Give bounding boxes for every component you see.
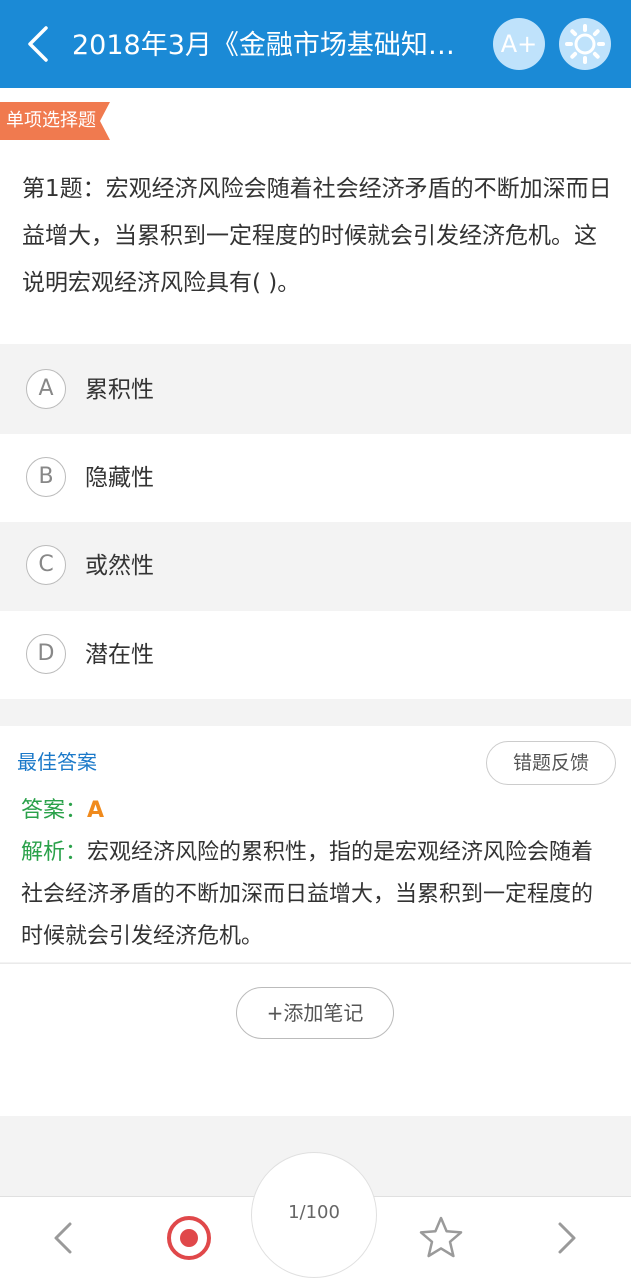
answer-label: 答案： bbox=[21, 798, 88, 823]
option-b[interactable]: B 隐藏性 bbox=[0, 434, 631, 522]
analysis-text: 解析：宏观经济风险的累积性，指的是宏观经济风险会随着社会经济矛盾的不断加深而日益… bbox=[21, 832, 611, 958]
analysis-body: 宏观经济风险的累积性，指的是宏观经济风险会随着社会经济矛盾的不断加深而日益增大，… bbox=[21, 840, 594, 949]
next-arrow-icon[interactable] bbox=[552, 1220, 582, 1256]
option-d[interactable]: D 潜在性 bbox=[0, 611, 631, 699]
option-c[interactable]: C 或然性 bbox=[0, 522, 631, 610]
app-header: 2018年3月《金融市场基础知识》 A+ bbox=[0, 0, 631, 88]
notes-area bbox=[0, 963, 631, 1116]
option-letter: D bbox=[26, 634, 66, 674]
prev-arrow-icon[interactable] bbox=[48, 1220, 78, 1256]
option-letter: B bbox=[26, 457, 66, 497]
star-icon[interactable] bbox=[418, 1214, 464, 1260]
analysis-label: 解析： bbox=[21, 840, 88, 865]
best-answer-title: 最佳答案 bbox=[17, 750, 97, 774]
option-letter: C bbox=[26, 545, 66, 585]
page-title: 2018年3月《金融市场基础知识》 bbox=[72, 30, 472, 61]
page-indicator: 1/100 bbox=[288, 1202, 340, 1223]
option-a[interactable]: A 累积性 bbox=[0, 346, 631, 434]
option-label: 隐藏性 bbox=[85, 465, 154, 491]
font-size-label: A+ bbox=[500, 30, 538, 58]
question-type-tag: 单项选择题 bbox=[0, 102, 110, 140]
option-label: 累积性 bbox=[85, 377, 154, 403]
back-arrow-icon[interactable] bbox=[18, 22, 58, 66]
option-label: 潜在性 bbox=[85, 642, 154, 668]
font-size-button[interactable]: A+ bbox=[493, 18, 545, 70]
option-label: 或然性 bbox=[85, 553, 154, 579]
gear-icon bbox=[565, 24, 605, 64]
question-text: 第1题：宏观经济风险会随着社会经济矛盾的不断加深而日益增大，当累积到一定程度的时… bbox=[22, 176, 612, 296]
answer-value: A bbox=[87, 798, 105, 823]
eye-icon[interactable] bbox=[166, 1215, 212, 1261]
answer-line: 答案：A bbox=[21, 796, 104, 826]
settings-button[interactable] bbox=[559, 18, 611, 70]
error-feedback-button[interactable]: 错题反馈 bbox=[486, 741, 616, 785]
option-letter: A bbox=[26, 369, 66, 409]
add-note-button[interactable]: +添加笔记 bbox=[236, 987, 394, 1039]
